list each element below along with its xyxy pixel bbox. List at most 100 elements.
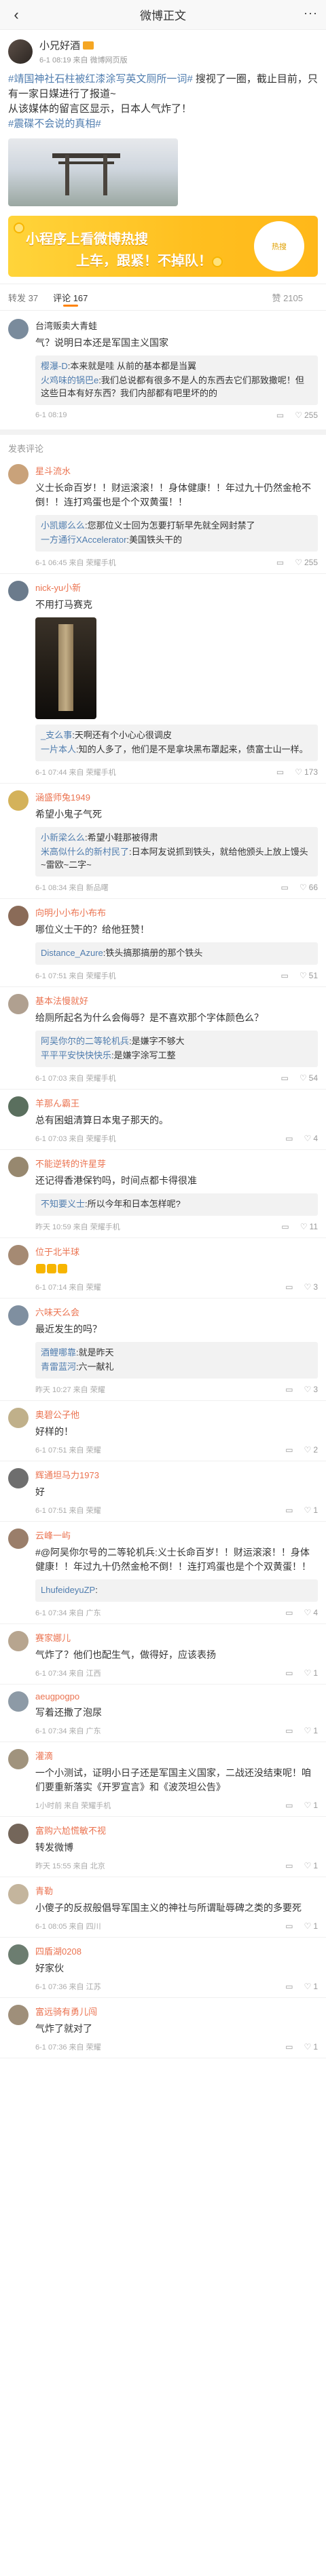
reply-author[interactable]: Distance_Azure [41,948,103,958]
comment-author[interactable]: 四盾湖0208 [35,1944,318,1957]
like-icon[interactable]: ♡ 2 [304,1445,318,1455]
author-name[interactable]: 小兄好酒 [39,38,80,52]
reply-icon[interactable]: ▭ [285,1982,293,1991]
comment-author[interactable]: 赛家娜儿 [35,1631,318,1644]
reply-author[interactable]: _支么事 [41,730,72,740]
comment-replies[interactable]: 小凯娜么么:您那位义士回为怎要打斩早先就全网封禁了 一方通行XAccelerato… [35,515,318,552]
reply-icon[interactable]: ▭ [285,1668,293,1678]
reply-icon[interactable]: ▭ [276,410,284,420]
comment-avatar[interactable] [8,581,29,601]
comment-avatar[interactable] [8,906,29,926]
comment-avatar[interactable] [8,464,29,484]
comment-author[interactable]: 六味天么会 [35,1305,318,1318]
tab-comments[interactable]: 评论 167 [53,284,88,311]
reply-author[interactable]: 不知要义士 [41,1199,85,1209]
like-icon[interactable]: ♡ 3 [304,1282,318,1292]
reply-author[interactable]: 一方通行XAccelerator [41,535,126,545]
reply-icon[interactable]: ▭ [285,1505,293,1515]
reply-author[interactable]: 樱瀑-D [41,361,68,371]
comment-author[interactable]: 向明小小布小布布 [35,906,318,919]
like-icon[interactable]: ♡ 54 [300,1073,318,1083]
reply-icon[interactable]: ▭ [285,1134,293,1143]
comment-author[interactable]: 星斗流水 [35,464,318,477]
reply-author[interactable]: 小凯娜么么 [41,520,85,531]
reply-icon[interactable]: ▭ [281,971,289,980]
reply-icon[interactable]: ▭ [276,558,284,567]
reply-icon[interactable]: ▭ [281,1073,289,1083]
like-icon[interactable]: ♡ 255 [295,410,318,420]
reply-author[interactable]: 一片本人 [41,744,76,754]
comment-author[interactable]: 台湾贩卖大青蛙 [35,319,318,332]
reply-author[interactable]: 阿吴你尔的二等轮机兵 [41,1036,129,1046]
comment-author[interactable]: 不能逆转的许星芽 [35,1157,318,1170]
reply-author[interactable]: 青雷蓝河 [41,1362,76,1372]
reply-icon[interactable]: ▭ [285,1608,293,1617]
like-icon[interactable]: ♡ 255 [295,558,318,567]
like-icon[interactable]: ♡ 1 [304,1505,318,1515]
tab-likes[interactable]: 赞 2105 [272,284,303,311]
comment-avatar[interactable] [8,790,29,811]
comment-avatar[interactable] [8,1529,29,1549]
mini-program-banner[interactable]: 小程序上看微博热搜 上车，跟紧！不掉队！ 热搜 [8,216,318,277]
comment-replies[interactable]: LhufeideyuZP: [35,1579,318,1602]
comment-author[interactable]: 奥碧公子他 [35,1408,318,1421]
reply-icon[interactable]: ▭ [285,1385,293,1394]
comment-author[interactable]: 辉通坦马力1973 [35,1468,318,1481]
like-icon[interactable]: ♡ 51 [300,971,318,980]
comment-avatar[interactable] [8,1944,29,1965]
more-icon[interactable]: ··· [304,6,318,20]
reply-author[interactable]: LhufeideyuZP [41,1585,95,1595]
reply-author[interactable]: 火鸡味的锅巴e [41,375,98,385]
comment-replies[interactable]: 不知要义士:所以今年和日本怎样呢? [35,1193,318,1216]
comment-avatar[interactable] [8,1408,29,1428]
like-icon[interactable]: ♡ 173 [295,767,318,777]
comment-avatar[interactable] [8,994,29,1014]
comment-author[interactable]: 青勒 [35,1884,318,1897]
like-icon[interactable]: ♡ 1 [304,1726,318,1735]
like-icon[interactable]: ♡ 1 [304,1801,318,1810]
comment-author[interactable]: 位于北半球 [35,1245,318,1258]
comment-replies[interactable]: Distance_Azure:铁头搞那搞册的那个铁头 [35,942,318,965]
author-avatar[interactable] [8,39,33,64]
like-icon[interactable]: ♡ 4 [304,1134,318,1143]
reply-icon[interactable]: ▭ [281,1222,289,1231]
like-icon[interactable]: ♡ 11 [300,1222,318,1231]
like-icon[interactable]: ♡ 1 [304,1668,318,1678]
reply-author[interactable]: 小新梁么么 [41,832,85,843]
like-icon[interactable]: ♡ 1 [304,1861,318,1870]
comment-avatar[interactable] [8,319,29,339]
post-photo[interactable] [8,138,178,206]
post-hashtag-2[interactable]: #震碟不会说的真相# [8,118,101,130]
comment-avatar[interactable] [8,1884,29,1904]
comment-author[interactable]: 涵盛师兔1949 [35,790,318,803]
like-icon[interactable]: ♡ 1 [304,2042,318,2052]
comment-replies[interactable]: _支么事:天啊还有个小心心很调皮 一片本人:知的人多了，他们是不是拿块黑布罩起来，… [35,725,318,761]
reply-icon[interactable]: ▭ [285,2042,293,2052]
comment-avatar[interactable] [8,1157,29,1177]
reply-icon[interactable]: ▭ [276,767,284,777]
comment-avatar[interactable] [8,1305,29,1326]
comment-author[interactable]: 富购六尬慌敏不视 [35,1824,318,1837]
like-icon[interactable]: ♡ 1 [304,1921,318,1931]
reply-icon[interactable]: ▭ [285,1861,293,1870]
comment-avatar[interactable] [8,1749,29,1769]
comment-avatar[interactable] [8,2005,29,2025]
reply-icon[interactable]: ▭ [285,1282,293,1292]
reply-icon[interactable]: ▭ [285,1726,293,1735]
comment-author[interactable]: nick-yu小新 [35,581,318,594]
comment-replies[interactable]: 樱瀑-D:本来就是哇 从前的基本都是当翼 火鸡味的锅巴e:我们总说都有很多不是人… [35,355,318,405]
comment-author[interactable]: 富远骑有勇儿闯 [35,2005,318,2018]
reply-icon[interactable]: ▭ [285,1801,293,1810]
comment-video[interactable] [35,617,96,719]
like-icon[interactable]: ♡ 1 [304,1982,318,1991]
reply-icon[interactable]: ▭ [281,883,289,892]
comment-replies[interactable]: 阿吴你尔的二等轮机兵:是嫌字不够大 平平平安快快快乐:是嫌字涂写工整 [35,1031,318,1067]
reply-icon[interactable]: ▭ [285,1921,293,1931]
like-icon[interactable]: ♡ 4 [304,1608,318,1617]
comment-replies[interactable]: 酒鲤哪靠:就是昨天 青雷蓝河:六一献礼 [35,1342,318,1379]
comment-avatar[interactable] [8,1096,29,1117]
comment-author[interactable]: 云峰一屿 [35,1529,318,1541]
tab-repost[interactable]: 转发 37 [8,284,38,311]
comment-author[interactable]: 羊那ん霸王 [35,1096,318,1109]
comment-avatar[interactable] [8,1468,29,1488]
